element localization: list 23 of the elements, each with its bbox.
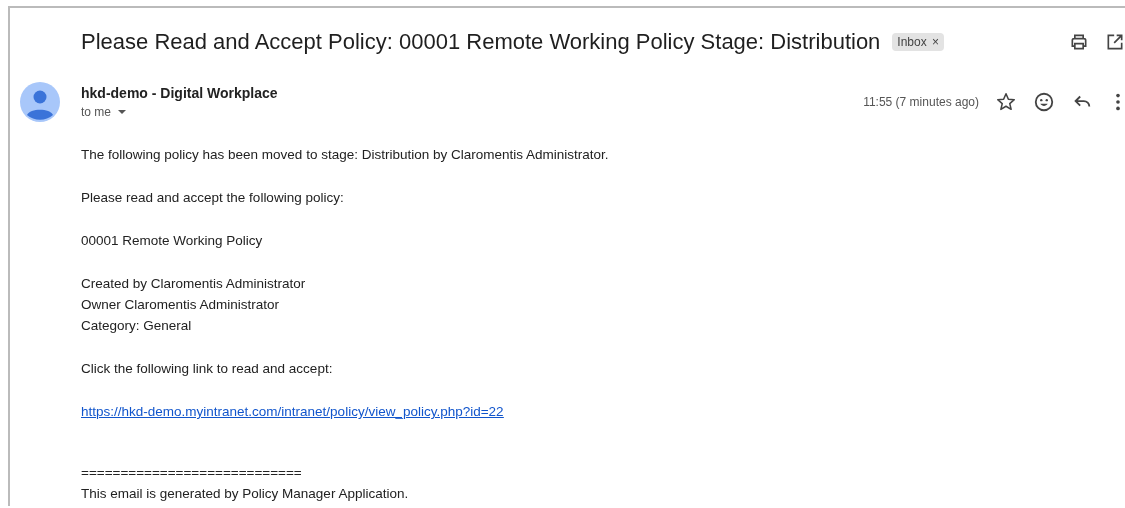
timestamp: 11:55 (7 minutes ago) bbox=[863, 95, 979, 109]
remove-label-button[interactable]: × bbox=[932, 35, 940, 49]
sender-name: hkd-demo - Digital Workplace bbox=[81, 85, 278, 101]
body-text: The following policy has been moved to stage: Distribution by Claromentis Administrator. bbox=[81, 146, 610, 164]
inbox-label[interactable]: Inbox × bbox=[892, 33, 945, 51]
star-icon[interactable] bbox=[995, 91, 1017, 113]
print-icon[interactable] bbox=[1069, 32, 1089, 52]
more-options-icon[interactable] bbox=[1115, 91, 1121, 113]
body-text: Category: General bbox=[81, 317, 193, 335]
body-text: Created by Claromentis Administrator bbox=[81, 275, 307, 293]
body-text: Owner Claromentis Administrator bbox=[81, 296, 281, 314]
policy-link[interactable]: https://hkd-demo.myintranet.com/intranet/policy/view_policy.php?id=22 bbox=[81, 404, 504, 419]
body-text: Please read and accept the following policy: bbox=[81, 189, 345, 207]
emoji-icon[interactable] bbox=[1033, 91, 1055, 113]
body-text: This email is generated by Policy Manager Application. bbox=[81, 485, 410, 503]
email-subject: Please Read and Accept Policy: 00001 Remote Working Policy Stage: Distribution bbox=[81, 29, 881, 55]
body-text: 00001 Remote Working Policy bbox=[81, 232, 264, 250]
recipient-dropdown[interactable]: to me bbox=[81, 105, 278, 119]
body-text: Click the following link to read and accept: bbox=[81, 360, 334, 378]
avatar-icon bbox=[20, 82, 60, 122]
open-in-new-window-icon[interactable] bbox=[1105, 32, 1125, 52]
body-text: ============================ bbox=[81, 464, 303, 482]
caret-icon bbox=[117, 109, 127, 115]
